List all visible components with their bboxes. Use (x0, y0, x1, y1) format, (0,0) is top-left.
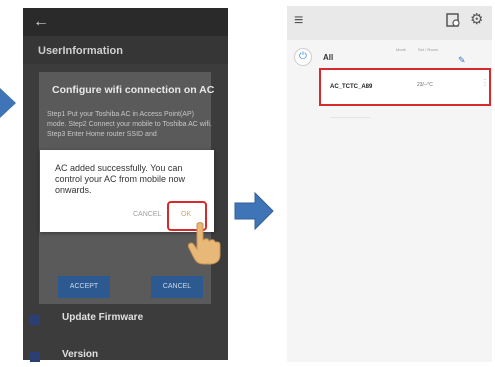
success-message: AC added successfully. You can control y… (55, 163, 186, 195)
power-icon[interactable]: ⏻ (294, 48, 312, 66)
device-temperature: 23/--°C (417, 82, 433, 88)
ok-button[interactable]: OK (181, 211, 191, 218)
group-label-all: All (323, 53, 334, 62)
row-divider (330, 117, 370, 118)
gear-icon[interactable]: ⚙ (470, 10, 483, 28)
back-arrow-icon[interactable]: ← (33, 14, 49, 30)
menu-icon[interactable]: ≡ (294, 12, 303, 30)
phone1-top-bar (23, 8, 228, 36)
device-name: AC_TCTC_A89 (330, 84, 373, 90)
version-icon (30, 352, 40, 362)
firmware-icon (30, 315, 40, 325)
phone2-toolbar (287, 6, 492, 40)
column-header-room: Set / Room (418, 47, 439, 52)
flow-arrow-icon (234, 191, 274, 231)
update-firmware-item[interactable]: Update Firmware (62, 312, 143, 323)
config-cancel-button[interactable]: CANCEL (151, 276, 203, 298)
accept-button[interactable]: ACCEPT (58, 276, 110, 298)
configure-wifi-title: Configure wifi connection on AC (52, 84, 215, 96)
user-information-label: UserInformation (38, 45, 123, 57)
flow-arrow-icon-left (0, 88, 16, 118)
version-item[interactable]: Version (62, 349, 98, 360)
configure-wifi-instructions: Step1 Put your Toshiba AC in Access Poin… (47, 111, 212, 138)
schedule-icon[interactable] (445, 12, 461, 28)
hand-pointer-icon (188, 222, 221, 265)
column-header-mode: Mode (396, 47, 407, 52)
more-icon[interactable]: ⋮ (481, 78, 489, 87)
pin-icon[interactable]: ✎ (458, 55, 466, 66)
success-cancel-button[interactable]: CANCEL (133, 211, 161, 218)
